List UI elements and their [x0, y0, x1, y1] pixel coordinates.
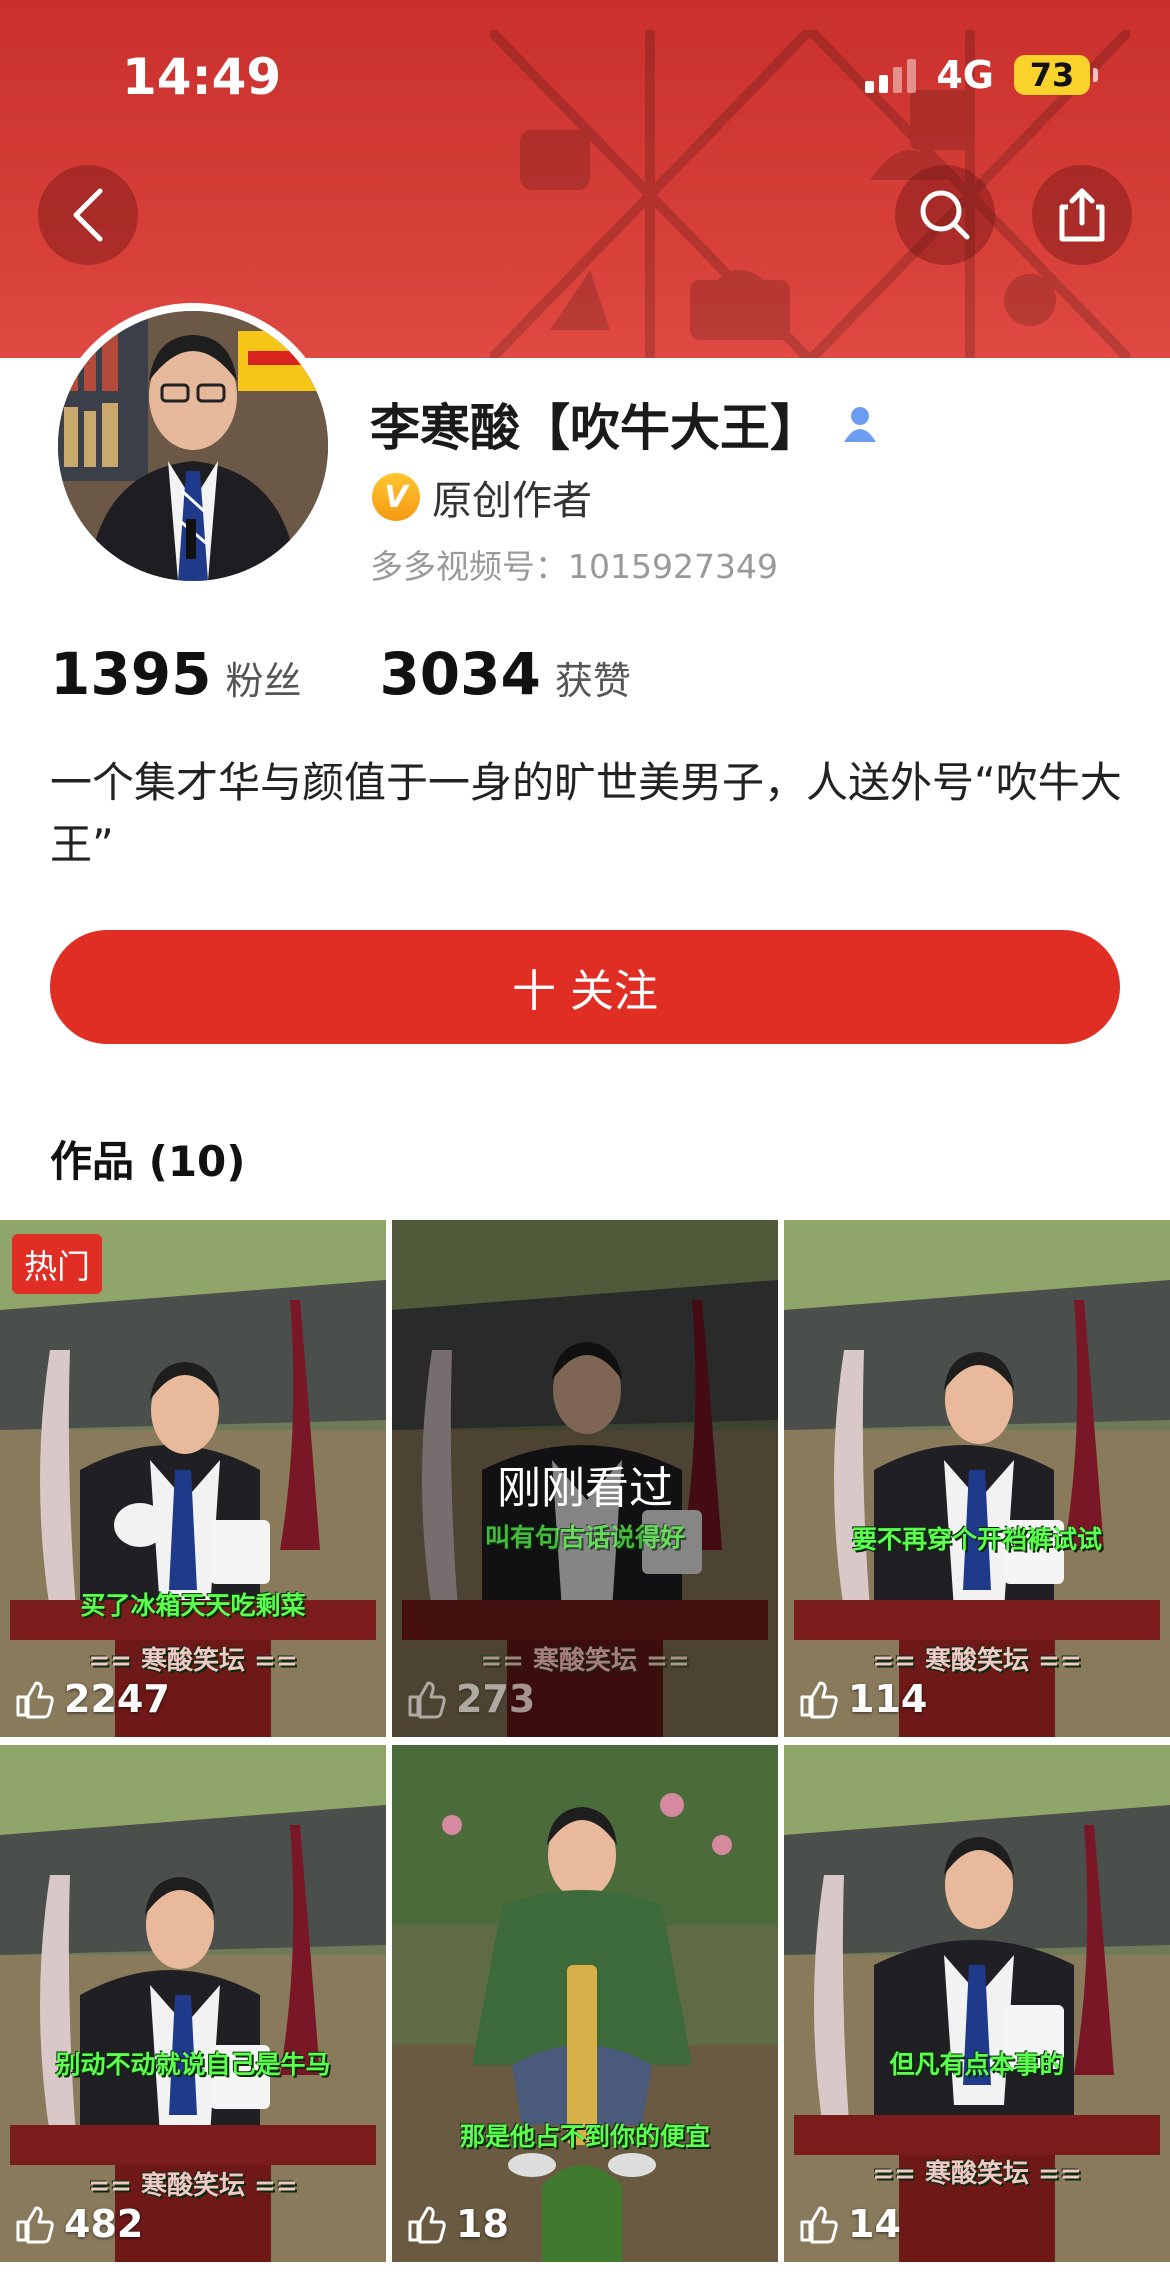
profile-bio: 一个集才华与颜值于一身的旷世美男子，人送外号“吹牛大王”	[50, 758, 1122, 869]
name-row: 李寒酸【吹牛大王】	[370, 388, 882, 460]
avatar-photo	[58, 311, 328, 581]
share-button[interactable]	[1032, 165, 1132, 265]
likes-stat[interactable]: 3034 获赞	[379, 640, 630, 708]
like-count-value: 482	[64, 2202, 144, 2246]
like-count-value: 18	[456, 2202, 509, 2246]
back-chevron-icon	[73, 188, 103, 242]
hot-badge: 热门	[12, 1234, 102, 1294]
thumbs-up-icon	[16, 1681, 54, 1719]
like-count: 273	[406, 1677, 535, 1721]
video-caption: 那是他占不到你的便宜	[459, 2122, 710, 2151]
profile-name: 李寒酸【吹牛大王】	[370, 399, 820, 457]
followers-stat[interactable]: 1395 粉丝	[50, 640, 301, 708]
watched-label: 刚刚看过	[497, 1463, 673, 1514]
likes-count: 3034	[379, 640, 541, 708]
like-count-value: 273	[456, 1677, 536, 1721]
thumbs-up-icon	[800, 1681, 838, 1719]
stage-sign: == 寒酸笑坛 ==	[872, 2159, 1082, 2189]
like-count: 14	[798, 2202, 901, 2246]
video-caption: 别动不动就说自己是牛马	[55, 2050, 331, 2079]
profile-stats: 1395 粉丝 3034 获赞	[50, 640, 631, 708]
video-id: 多多视频号：1015927349	[370, 547, 778, 586]
like-count-value: 114	[848, 1677, 928, 1721]
like-count-value: 2247	[64, 1677, 170, 1721]
avatar[interactable]	[50, 303, 336, 589]
video-tile[interactable]: 热门 买了冰箱天天吃剩菜 == 寒酸笑坛 == 2247	[0, 1220, 386, 1737]
followers-count: 1395	[50, 640, 212, 708]
video-caption: 但凡有点本事的	[889, 2050, 1065, 2079]
back-button[interactable]	[38, 165, 138, 265]
verified-row: V 原创作者	[372, 468, 592, 526]
video-thumbnail	[392, 1745, 778, 2262]
network-label: 4G	[936, 53, 994, 97]
battery-icon: 73	[1014, 55, 1098, 95]
video-tile[interactable]: 要不再穿个开裆裤试试 == 寒酸笑坛 == 114	[784, 1220, 1170, 1737]
search-button[interactable]	[895, 165, 995, 265]
thumbs-up-icon	[16, 2206, 54, 2244]
thumbs-up-icon	[800, 2206, 838, 2244]
stage-sign: == 寒酸笑坛 ==	[88, 1646, 298, 1676]
like-count: 18	[406, 2202, 509, 2246]
like-count-value: 14	[848, 2202, 901, 2246]
verified-v-icon: V	[372, 473, 420, 521]
like-count: 2247	[14, 1677, 170, 1721]
search-icon	[920, 190, 970, 240]
status-indicators: 4G 73	[865, 52, 1098, 98]
verified-label: 原创作者	[432, 478, 592, 524]
stage-sign: == 寒酸笑坛 ==	[480, 1646, 690, 1676]
video-tile[interactable]: 别动不动就说自己是牛马 == 寒酸笑坛 == 482	[0, 1745, 386, 2262]
stage-sign: == 寒酸笑坛 ==	[88, 2171, 298, 2201]
thumbs-up-icon	[408, 2206, 446, 2244]
video-tile[interactable]: 那是他占不到你的便宜 18	[392, 1745, 778, 2262]
user-profile-icon	[844, 407, 876, 442]
like-count: 482	[14, 2202, 143, 2246]
likes-label: 获赞	[554, 659, 631, 703]
video-caption: 叫有句古话说得好	[484, 1523, 685, 1552]
followers-label: 粉丝	[225, 659, 302, 703]
video-tile[interactable]: 刚刚看过 叫有句古话说得好 == 寒酸笑坛 == 273	[392, 1220, 778, 1737]
signal-icon	[865, 57, 917, 93]
works-grid: 热门 买了冰箱天天吃剩菜 == 寒酸笑坛 == 2247 刚刚看过 叫有句古话说…	[0, 1220, 1170, 2262]
thumbs-up-icon	[408, 1681, 446, 1719]
status-time: 14:49	[122, 48, 282, 106]
video-caption: 要不再穿个开裆裤试试	[851, 1525, 1102, 1554]
stage-sign: == 寒酸笑坛 ==	[872, 1646, 1082, 1676]
share-icon	[1059, 188, 1105, 242]
works-title: 作品 (10)	[50, 1137, 246, 1186]
video-tile[interactable]: 但凡有点本事的 == 寒酸笑坛 == 14	[784, 1745, 1170, 2262]
follow-button[interactable]: 十 关注	[50, 930, 1120, 1044]
like-count: 114	[798, 1677, 927, 1721]
video-caption: 买了冰箱天天吃剩菜	[80, 1591, 306, 1620]
